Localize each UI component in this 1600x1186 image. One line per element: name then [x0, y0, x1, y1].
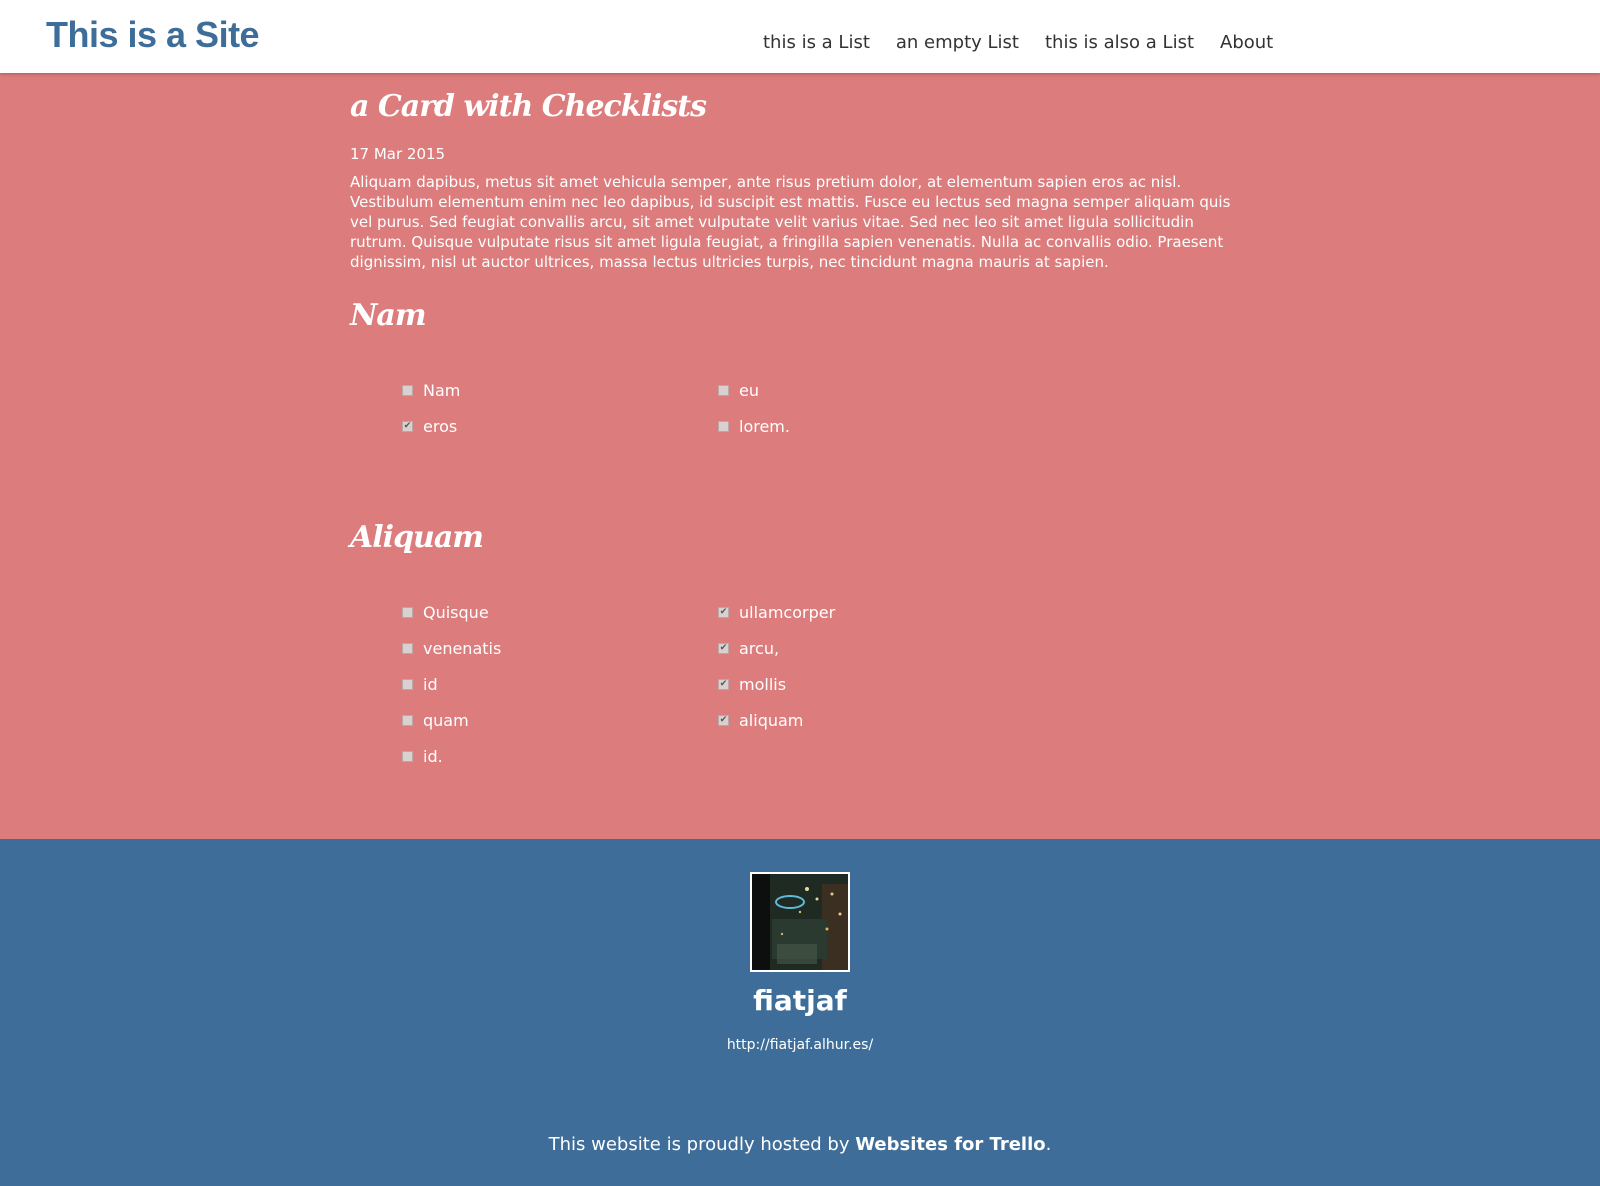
hosted-by-notice: This website is proudly hosted by Websit…: [0, 1134, 1600, 1155]
checklist-item-label: eros: [423, 417, 458, 436]
checkbox[interactable]: [402, 751, 413, 762]
checklist-item[interactable]: eu: [718, 381, 759, 400]
checklist-item-label: arcu,: [739, 639, 780, 658]
hosted-by-prefix: This website is proudly hosted by: [548, 1134, 856, 1155]
checkbox[interactable]: [402, 643, 413, 654]
card-date: 17 Mar 2015: [350, 145, 446, 163]
checklist-item-label: quam: [423, 711, 469, 730]
checklist-item[interactable]: id: [402, 675, 438, 694]
hosted-by-suffix: .: [1045, 1134, 1052, 1155]
card-description: Aliquam dapibus, metus sit amet vehicula…: [350, 173, 1231, 271]
checklist-title-aliquam: Aliquam: [350, 520, 484, 555]
checklist-item-label: id.: [423, 747, 443, 766]
checklist-item-label: Quisque: [423, 603, 489, 622]
checkbox[interactable]: ✔: [718, 643, 729, 654]
checklist-item[interactable]: quam: [402, 711, 469, 730]
main-nav: this is a List an empty List this is als…: [763, 32, 1273, 53]
checkbox[interactable]: [402, 679, 413, 690]
checklist-item-label: lorem.: [739, 417, 790, 436]
checklist-item[interactable]: venenatis: [402, 639, 501, 658]
checklist-item[interactable]: lorem.: [718, 417, 790, 436]
checklist-item[interactable]: ✔ aliquam: [718, 711, 803, 730]
checkbox[interactable]: [402, 385, 413, 396]
checklist-item-label: eu: [739, 381, 759, 400]
site-header: This is a Site this is a List an empty L…: [0, 0, 1600, 73]
checklist-item[interactable]: Nam: [402, 381, 460, 400]
checklist-item-label: ullamcorper: [739, 603, 836, 622]
websites-for-trello-link[interactable]: Websites for Trello: [855, 1134, 1045, 1155]
nav-item-about[interactable]: About: [1220, 32, 1273, 53]
site-title-link[interactable]: This is a Site: [46, 14, 260, 56]
checklist-item-label: Nam: [423, 381, 461, 400]
nav-item-an-empty-list[interactable]: an empty List: [896, 32, 1019, 53]
card-title: a Card with Checklists: [350, 89, 707, 124]
site-footer: fiatjaf http://fiatjaf.alhur.es/ This we…: [0, 839, 1600, 1186]
checkbox[interactable]: [402, 607, 413, 618]
checkbox[interactable]: ✔: [402, 421, 413, 432]
checkbox[interactable]: ✔: [718, 679, 729, 690]
checklist-item-label: mollis: [739, 675, 787, 694]
author-url-link[interactable]: http://fiatjaf.alhur.es/: [0, 1037, 1600, 1053]
checkbox[interactable]: ✔: [718, 715, 729, 726]
nav-item-this-is-also-a-list[interactable]: this is also a List: [1045, 32, 1194, 53]
nav-item-this-is-a-list[interactable]: this is a List: [763, 32, 870, 53]
checklist-item[interactable]: ✔ eros: [402, 417, 457, 436]
checklist-item-label: venenatis: [423, 639, 502, 658]
checkbox[interactable]: [718, 385, 729, 396]
checklist-item[interactable]: Quisque: [402, 603, 489, 622]
card-page: a Card with Checklists 17 Mar 2015 Aliqu…: [0, 73, 1600, 839]
checklist-item[interactable]: ✔ ullamcorper: [718, 603, 835, 622]
checkbox[interactable]: [402, 715, 413, 726]
checkbox[interactable]: ✔: [718, 607, 729, 618]
checklist-item[interactable]: ✔ arcu,: [718, 639, 779, 658]
author-avatar[interactable]: [750, 872, 850, 972]
author-name: fiatjaf: [753, 984, 847, 1017]
checklist-item-label: id: [423, 675, 438, 694]
checklist-title-nam: Nam: [350, 298, 427, 333]
checklist-item[interactable]: ✔ mollis: [718, 675, 786, 694]
checklist-item[interactable]: id.: [402, 747, 443, 766]
avatar-photo: [752, 874, 848, 970]
checklist-item-label: aliquam: [739, 711, 804, 730]
checkbox[interactable]: [718, 421, 729, 432]
